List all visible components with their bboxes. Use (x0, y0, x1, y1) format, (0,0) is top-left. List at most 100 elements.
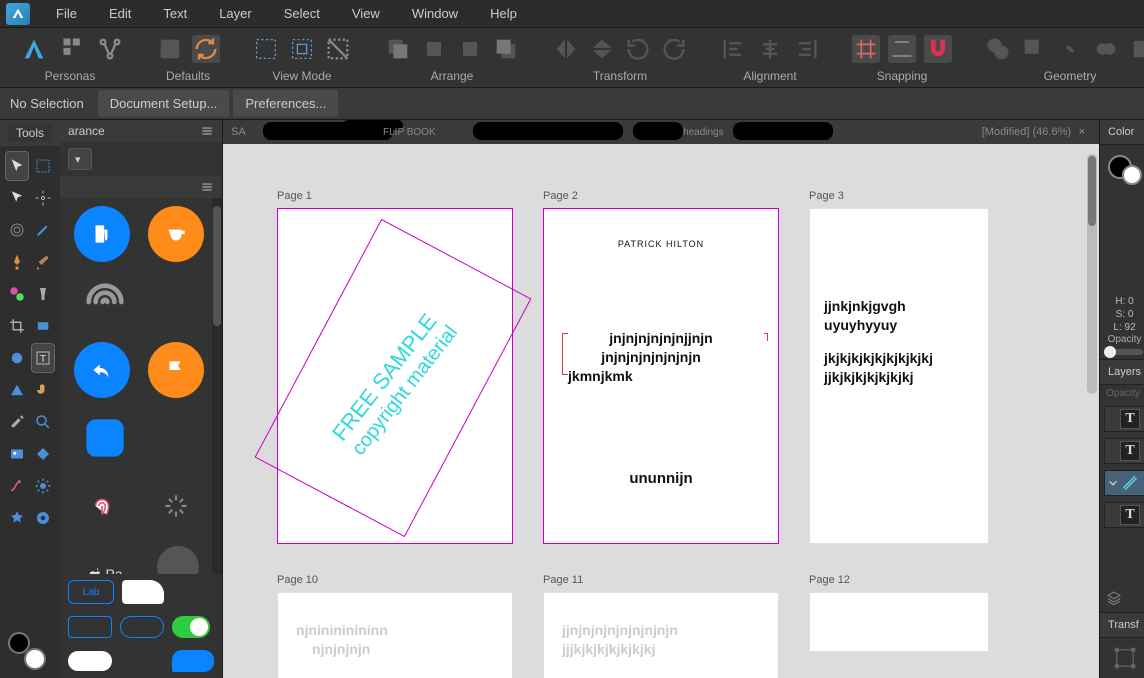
canvas-scrollbar[interactable] (1087, 154, 1097, 394)
frame-text-tool[interactable]: T (32, 344, 54, 372)
burst-tool[interactable] (32, 472, 54, 500)
artboard-tool[interactable] (32, 152, 54, 180)
contour-tool[interactable] (6, 216, 28, 244)
align-left-icon[interactable] (720, 35, 748, 63)
snap-magnet-icon[interactable] (924, 35, 952, 63)
menu-file[interactable]: File (42, 2, 91, 25)
geom-int-icon[interactable] (1056, 35, 1084, 63)
document-tab-close-icon[interactable]: × (1073, 126, 1091, 138)
appearance-panel-header[interactable]: arance (60, 120, 222, 142)
align-right-icon[interactable] (792, 35, 820, 63)
curve-arrow-tool[interactable] (6, 472, 28, 500)
persona-pixel-icon[interactable] (60, 35, 88, 63)
panel-menu-icon[interactable] (200, 124, 214, 138)
move-tool[interactable] (6, 152, 28, 180)
opacity-slider[interactable] (1106, 349, 1143, 355)
page-2[interactable]: PATRICK HILTON jnjnjnjnjnjnjjnjn jnjnjnj… (543, 208, 779, 544)
arrange-forward-icon[interactable] (456, 35, 484, 63)
menu-layer[interactable]: Layer (205, 2, 266, 25)
viewmode-split-icon[interactable] (324, 35, 352, 63)
document-setup-button[interactable]: Document Setup... (98, 90, 230, 117)
transform-panel-tab[interactable]: Transf (1100, 612, 1144, 638)
layer-row-text-2[interactable]: T (1104, 438, 1144, 464)
layer-row-text-3[interactable]: T (1104, 502, 1144, 528)
color-swatch-stack[interactable] (0, 624, 60, 678)
arrange-front-icon[interactable] (492, 35, 520, 63)
document-canvas[interactable]: Page 1 FREE SAMPLE copyright material Pa… (223, 144, 1099, 678)
arrange-back-icon[interactable] (384, 35, 412, 63)
layer-row-selected[interactable] (1104, 470, 1144, 496)
asset-iphone-template[interactable]: Name iPhone SE (148, 546, 208, 574)
page-3[interactable]: jjnkjnkjgvgh uyuyhyyuy jkjkjkjkjkjkjkjkj… (809, 208, 989, 544)
layers-stack-icon[interactable] (1106, 590, 1122, 606)
asset-flag-icon[interactable] (148, 342, 204, 398)
snap-grid-icon[interactable] (852, 35, 880, 63)
asset-white-card[interactable] (122, 580, 164, 604)
default-sync-icon[interactable] (192, 35, 220, 63)
eyedropper-tool[interactable] (6, 408, 28, 436)
asset-reply-icon[interactable] (74, 342, 130, 398)
color-panel-tab[interactable]: Color (1100, 120, 1144, 145)
flip-h-icon[interactable] (552, 35, 580, 63)
menu-help[interactable]: Help (476, 2, 531, 25)
diamond-tool[interactable] (32, 440, 54, 468)
asset-blue-bubble[interactable] (172, 650, 214, 672)
asset-white-pill[interactable] (68, 651, 112, 671)
preferences-button[interactable]: Preferences... (233, 90, 338, 117)
brush-tool[interactable] (32, 248, 54, 276)
asset-toggle-on[interactable] (172, 616, 210, 638)
menu-view[interactable]: View (338, 2, 394, 25)
default-fill-icon[interactable] (156, 35, 184, 63)
asset-loading-icon[interactable] (148, 478, 204, 534)
appearance-dropdown[interactable]: ▾ (68, 148, 92, 170)
viewmode-outline-icon[interactable] (288, 35, 316, 63)
persona-designer-icon[interactable] (16, 31, 52, 67)
rotate-ccw-icon[interactable] (624, 35, 652, 63)
donut-tool[interactable] (32, 504, 54, 532)
geom-xor-icon[interactable] (1092, 35, 1120, 63)
assets-scrollbar[interactable] (212, 198, 222, 574)
page-10[interactable]: njninininininn njnjnjnjn (277, 592, 513, 678)
place-image-tool[interactable] (6, 440, 28, 468)
viewmode-pixel-icon[interactable] (252, 35, 280, 63)
rotate-cw-icon[interactable] (660, 35, 688, 63)
triangle-tool[interactable] (6, 376, 28, 404)
ellipse-tool[interactable] (6, 344, 28, 372)
page-11[interactable]: jjnjnjnjnjnjnjnjnjn jjjkjkjkjkjkjkjkj (543, 592, 779, 678)
glass-tool[interactable] (32, 280, 54, 308)
asset-pill-outline[interactable] (120, 616, 164, 638)
transform-handles-icon[interactable] (1111, 644, 1139, 672)
menu-select[interactable]: Select (270, 2, 334, 25)
chevron-down-icon[interactable] (1106, 476, 1120, 490)
rectangle-tool[interactable] (32, 312, 54, 340)
menu-text[interactable]: Text (149, 2, 201, 25)
page-1[interactable]: FREE SAMPLE copyright material (277, 208, 513, 544)
node-tool[interactable] (6, 184, 28, 212)
geom-sub-icon[interactable] (1020, 35, 1048, 63)
asset-app-icon[interactable] (74, 410, 136, 466)
corner-tool[interactable] (6, 280, 28, 308)
asset-speaker-icon[interactable] (74, 274, 136, 330)
asset-cup-icon[interactable] (148, 206, 204, 262)
point-transform-tool[interactable] (32, 184, 54, 212)
asset-apple-pay-icon[interactable]: Pa (74, 546, 136, 574)
geom-div-icon[interactable] (1128, 35, 1144, 63)
layers-panel-tab[interactable]: Layers (1100, 359, 1144, 385)
menu-window[interactable]: Window (398, 2, 472, 25)
asset-fingerprint-icon[interactable] (74, 478, 130, 534)
flip-v-icon[interactable] (588, 35, 616, 63)
geom-add-icon[interactable] (984, 35, 1012, 63)
hand-tool[interactable] (32, 376, 54, 404)
pencil-tool[interactable] (32, 216, 54, 244)
crop-tool[interactable] (6, 312, 28, 340)
zoom-tool[interactable] (32, 408, 54, 436)
arrange-backward-icon[interactable] (420, 35, 448, 63)
star-tool[interactable] (6, 504, 28, 532)
asset-label-pill[interactable]: Lab (68, 580, 114, 604)
asset-rect-outline[interactable] (68, 616, 112, 638)
asset-fuel-icon[interactable] (74, 206, 130, 262)
assets-menu-icon[interactable] (200, 180, 214, 194)
align-center-icon[interactable] (756, 35, 784, 63)
pen-tool[interactable] (6, 248, 28, 276)
snap-baseline-icon[interactable] (888, 35, 916, 63)
